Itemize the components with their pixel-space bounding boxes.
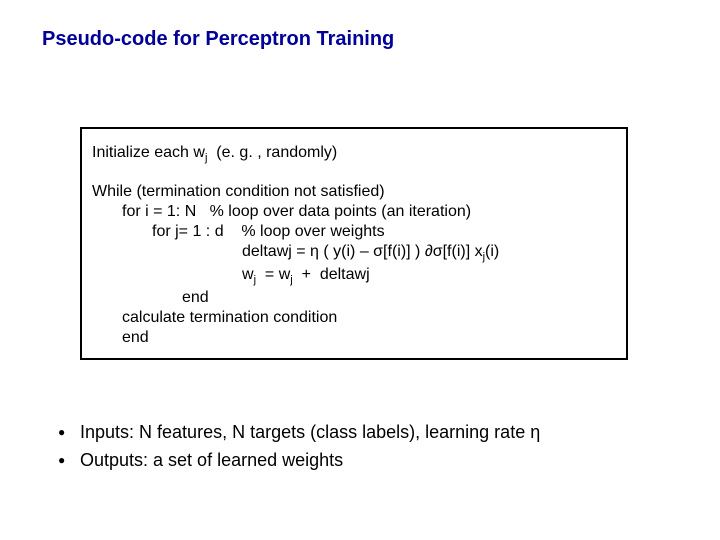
code-line-update: wj = wj + deltawj xyxy=(92,265,616,288)
sigma-symbol-2: σ xyxy=(433,243,443,260)
bullet-list: ● Inputs: N features, N targets (class l… xyxy=(58,420,678,476)
code-line-init: Initialize each wj (e. g. , randomly) xyxy=(92,143,616,166)
bullet-item-outputs: ● Outputs: a set of learned weights xyxy=(58,448,678,472)
bullet-text-inputs: Inputs: N features, N targets (class lab… xyxy=(80,420,678,444)
blank-line xyxy=(92,166,616,182)
code-line-end2: end xyxy=(92,328,616,348)
code-line-for-j: for j= 1 : d % loop over weights xyxy=(92,222,616,242)
bullet-item-inputs: ● Inputs: N features, N targets (class l… xyxy=(58,420,678,444)
text-delta-b: ( y(i) – xyxy=(319,243,373,260)
partial-symbol: ∂ xyxy=(425,243,433,260)
sigma-symbol-1: σ xyxy=(373,243,383,260)
text-b1a: Inputs: N features, N targets (class lab… xyxy=(80,422,530,442)
code-line-for-i: for i = 1: N % loop over data points (an… xyxy=(92,202,616,222)
code-line-while: While (termination condition not satisfi… xyxy=(92,182,616,202)
eta-symbol-bullet: η xyxy=(530,422,540,442)
text-update-b: = w xyxy=(256,266,290,283)
code-line-calc: calculate termination condition xyxy=(92,308,616,328)
text-update-a: w xyxy=(242,266,254,283)
pseudocode-box: Initialize each wj (e. g. , randomly) Wh… xyxy=(80,127,628,360)
text-init-b: (e. g. , randomly) xyxy=(207,144,337,161)
slide-title: Pseudo-code for Perceptron Training xyxy=(42,28,394,51)
bullet-dot-icon: ● xyxy=(58,448,80,472)
text-delta-a: deltawj = xyxy=(242,243,310,260)
bullet-text-outputs: Outputs: a set of learned weights xyxy=(80,448,678,472)
text-delta-c: [f(i)] ) xyxy=(383,243,425,260)
text-delta-d: [f(i)] x xyxy=(443,243,483,260)
code-line-delta: deltawj = η ( y(i) – σ[f(i)] ) ∂σ[f(i)] … xyxy=(92,242,616,265)
text-init-a: Initialize each w xyxy=(92,144,205,161)
slide: Pseudo-code for Perceptron Training Init… xyxy=(0,0,720,540)
code-line-end1: end xyxy=(92,288,616,308)
bullet-dot-icon: ● xyxy=(58,420,80,444)
eta-symbol: η xyxy=(310,243,319,260)
text-update-c: + deltawj xyxy=(293,266,370,283)
text-delta-e: (i) xyxy=(485,243,499,260)
